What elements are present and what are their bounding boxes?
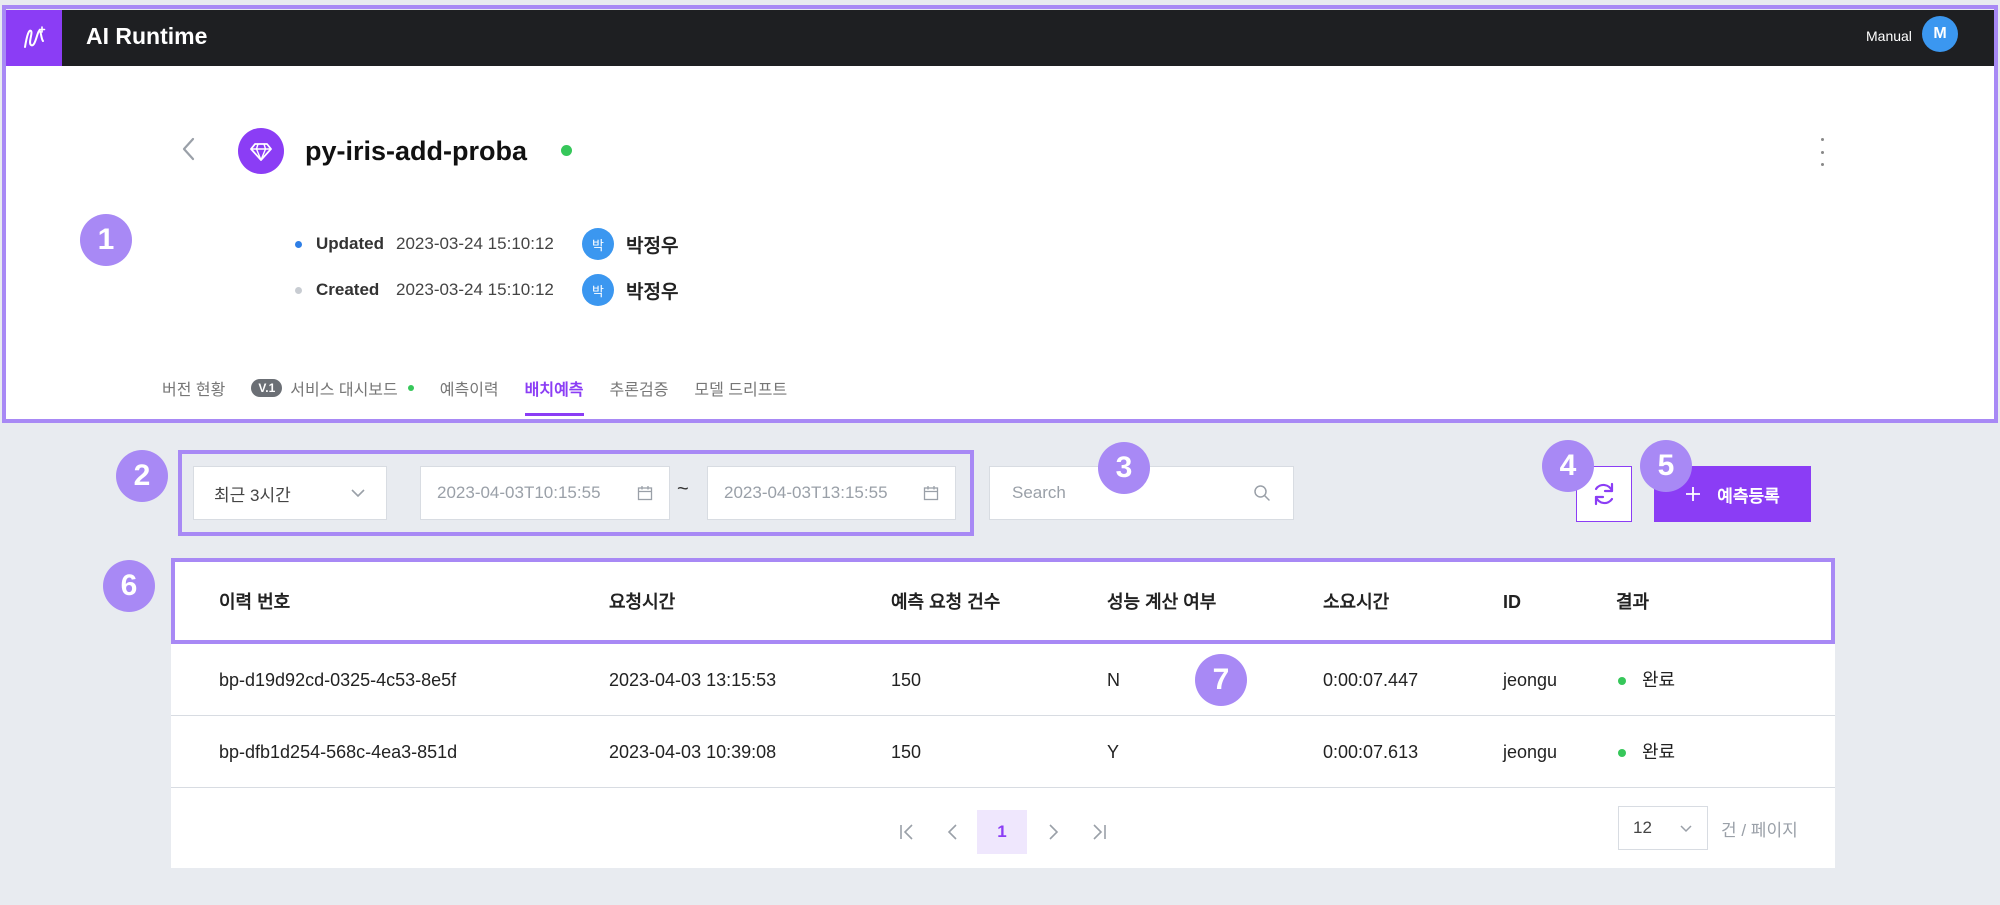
plus-icon [1686, 487, 1701, 501]
callout-frame-6 [171, 558, 1835, 644]
cell-id: jeongu [1503, 742, 1558, 762]
callout-frame-2 [178, 450, 974, 536]
callout-badge-2: 2 [116, 450, 168, 502]
callout-badge-3: 3 [1098, 442, 1150, 494]
cell-request-count: 150 [891, 670, 922, 690]
result-label: 완료 [1642, 670, 1676, 690]
chevron-left-icon [947, 824, 957, 840]
cell-request-count: 150 [891, 742, 922, 762]
last-page-button[interactable] [1084, 810, 1114, 854]
page-number-current[interactable]: 1 [977, 810, 1027, 854]
cell-duration: 0:00:07.613 [1323, 742, 1419, 762]
cell-perf-calc: N [1107, 670, 1120, 690]
callout-frame-1 [2, 5, 1998, 423]
chevron-right-icon [1049, 824, 1059, 840]
prev-page-button[interactable] [938, 810, 968, 854]
first-page-button[interactable] [892, 810, 922, 854]
status-dot [1618, 749, 1626, 758]
refresh-icon [1594, 482, 1614, 506]
cell-id: jeongu [1503, 670, 1558, 690]
cell-perf-calc: Y [1107, 742, 1120, 762]
search-placeholder: Search [1012, 483, 1066, 502]
first-page-icon [900, 824, 913, 840]
register-label: 예측등록 [1717, 486, 1780, 506]
chevron-down-icon [1680, 824, 1692, 832]
last-page-icon [1093, 824, 1106, 840]
callout-badge-4: 4 [1542, 440, 1594, 492]
cell-result: 완료 [1618, 668, 1675, 692]
cell-history-id[interactable]: bp-d19d92cd-0325-4c53-8e5f [219, 668, 456, 692]
next-page-button[interactable] [1038, 810, 1068, 854]
divider [171, 715, 1835, 716]
status-dot [1618, 677, 1626, 686]
per-page-value: 12 [1633, 818, 1652, 837]
cell-result: 완료 [1618, 740, 1675, 764]
cell-request-time: 2023-04-03 10:39:08 [609, 742, 777, 762]
callout-badge-7: 7 [1195, 654, 1247, 706]
cell-request-time: 2023-04-03 13:15:53 [609, 670, 777, 690]
divider [171, 787, 1835, 788]
per-page-label: 건 / 페이지 [1721, 821, 1798, 840]
result-label: 완료 [1642, 742, 1676, 762]
cell-duration: 0:00:07.447 [1323, 670, 1419, 690]
callout-badge-1: 1 [80, 214, 132, 266]
callout-badge-6: 6 [103, 560, 155, 612]
per-page-select[interactable]: 12 [1618, 806, 1708, 850]
callout-badge-5: 5 [1640, 440, 1692, 492]
search-icon [1254, 485, 1270, 501]
cell-history-id[interactable]: bp-dfb1d254-568c-4ea3-851d [219, 740, 457, 764]
